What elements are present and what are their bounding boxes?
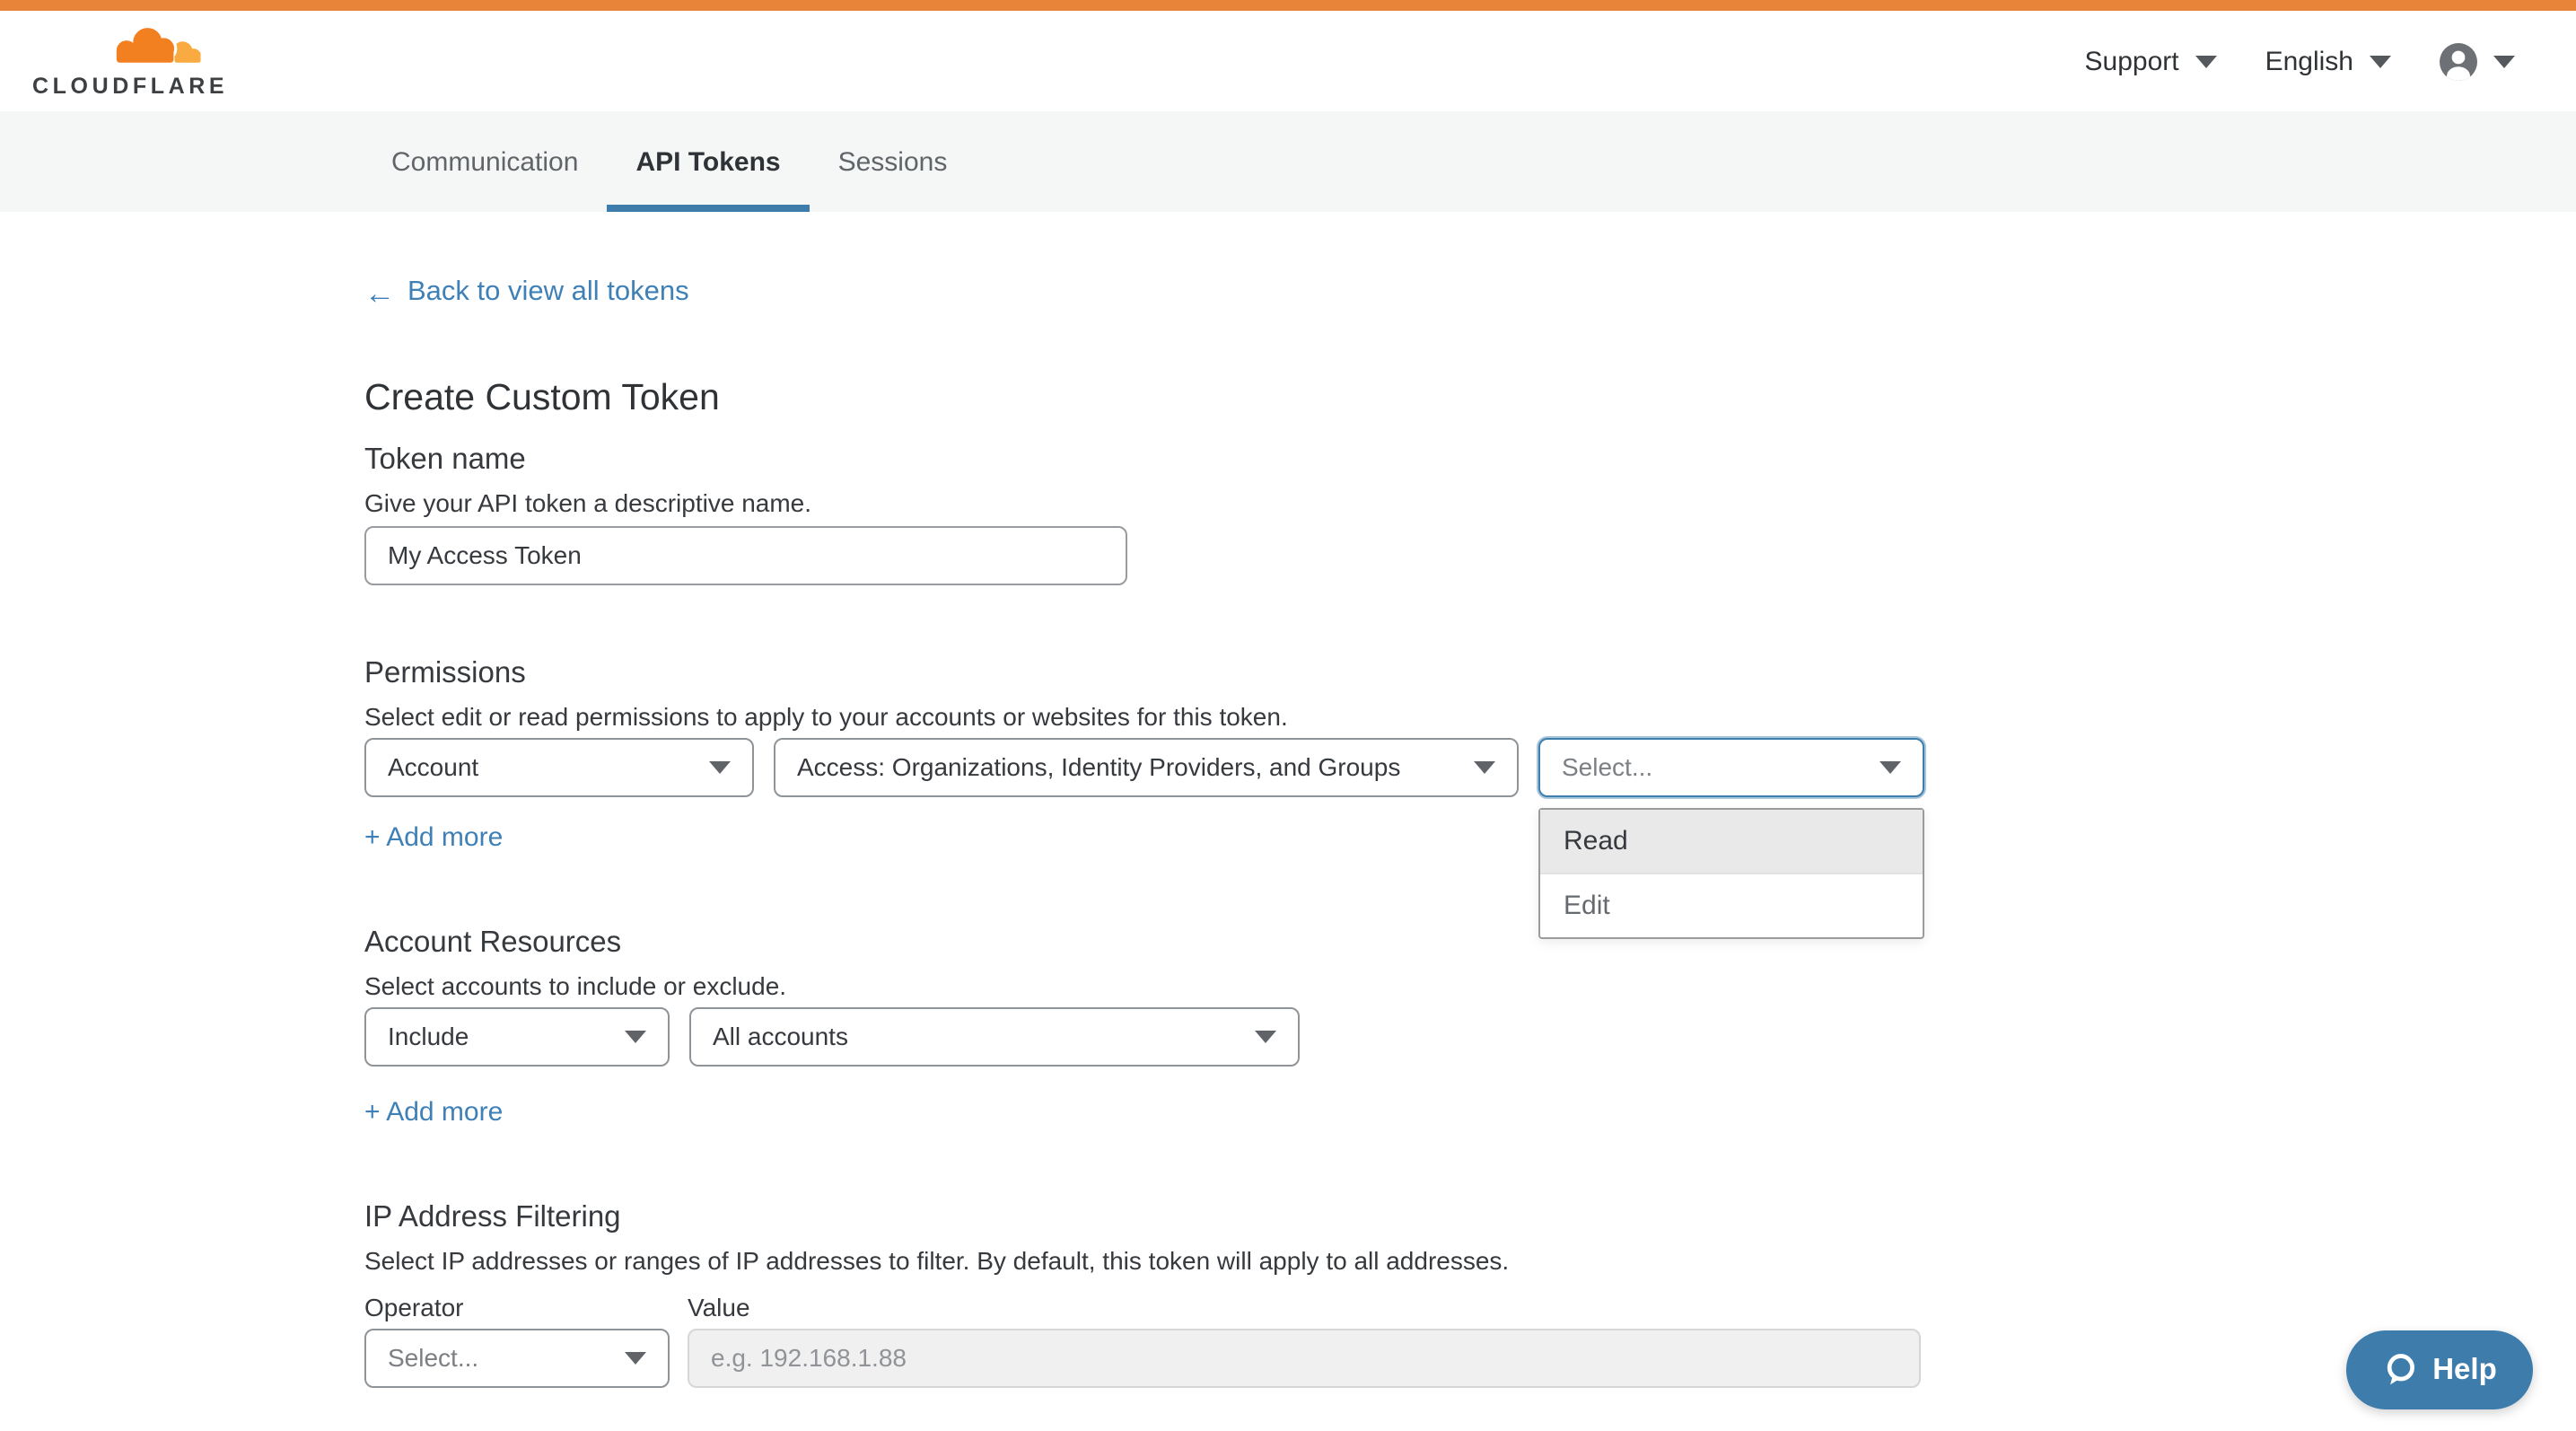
token-name-input[interactable] [364, 525, 1127, 584]
chevron-down-icon [1474, 760, 1495, 773]
chevron-down-icon [1255, 1030, 1276, 1042]
account-resources-select-row: Include All accounts [364, 1006, 2576, 1066]
back-link-label: Back to view all tokens [407, 277, 689, 309]
account-resources-description: Select accounts to include or exclude. [364, 970, 2576, 999]
ip-filtering-row: Select... [364, 1328, 2576, 1387]
language-menu[interactable]: English [2265, 46, 2391, 76]
chevron-down-icon [2370, 55, 2391, 67]
access-level-placeholder: Select... [1562, 752, 1652, 781]
settings-tab-bar: Communication API Tokens Sessions [0, 111, 2576, 212]
app-header: CLOUDFLARE Support English [0, 11, 2576, 111]
help-button[interactable]: Help [2346, 1330, 2533, 1409]
help-button-label: Help [2432, 1353, 2497, 1387]
cloudflare-wordmark: CLOUDFLARE [32, 74, 208, 99]
accounts-select[interactable]: All accounts [689, 1006, 1300, 1066]
create-token-form: ← Back to view all tokens Create Custom … [0, 212, 2576, 1387]
permission-scope-select[interactable]: Account [364, 737, 754, 796]
support-label: Support [2085, 46, 2179, 76]
ip-filtering-description: Select IP addresses or ranges of IP addr… [364, 1245, 2576, 1274]
tab-communication[interactable]: Communication [363, 111, 607, 212]
chevron-down-icon [2195, 55, 2217, 67]
chevron-down-icon [1879, 760, 1901, 773]
brand-accent-bar [0, 0, 2576, 11]
back-arrow-icon: ← [364, 277, 395, 308]
back-to-tokens-link[interactable]: ← Back to view all tokens [364, 277, 689, 309]
account-resources-heading: Account Resources [364, 926, 2576, 960]
chat-bubble-icon [2382, 1352, 2418, 1388]
support-menu[interactable]: Support [2085, 46, 2217, 76]
permissions-heading: Permissions [364, 656, 2576, 690]
chevron-down-icon [709, 760, 731, 773]
ip-operator-placeholder: Select... [388, 1343, 478, 1372]
access-level-menu: Read Edit [1538, 807, 1924, 938]
page-viewport: CLOUDFLARE Support English [0, 0, 2576, 1431]
menu-option-read[interactable]: Read [1540, 809, 1923, 872]
include-exclude-select[interactable]: Include [364, 1006, 670, 1066]
account-menu[interactable] [2440, 42, 2515, 80]
chevron-down-icon [625, 1030, 646, 1042]
accounts-value: All accounts [713, 1022, 848, 1050]
cloudflare-cloud-icon [101, 23, 205, 72]
chevron-down-icon [625, 1351, 646, 1364]
value-label: Value [688, 1292, 750, 1321]
tab-api-tokens[interactable]: API Tokens [607, 111, 809, 212]
permission-scope-value: Account [388, 752, 478, 781]
ip-filtering-labels: Operator Value [364, 1292, 2576, 1321]
ip-operator-select[interactable]: Select... [364, 1328, 670, 1387]
chevron-down-icon [2493, 55, 2515, 67]
add-more-account-resource-link[interactable]: + Add more [364, 1096, 503, 1127]
ip-filtering-heading: IP Address Filtering [364, 1200, 2576, 1234]
page-title: Create Custom Token [364, 376, 2576, 419]
language-label: English [2265, 46, 2353, 76]
token-name-description: Give your API token a descriptive name. [364, 487, 2576, 516]
permission-group-select[interactable]: Access: Organizations, Identity Provider… [774, 737, 1519, 796]
tab-sessions[interactable]: Sessions [810, 111, 977, 212]
token-name-heading: Token name [364, 443, 2576, 477]
access-level-dropdown: Select... Read Edit [1538, 737, 1924, 796]
ip-value-input[interactable] [688, 1328, 1921, 1387]
permissions-select-row: Account Access: Organizations, Identity … [364, 737, 2576, 796]
include-exclude-value: Include [388, 1022, 469, 1050]
add-more-permission-link[interactable]: + Add more [364, 821, 503, 852]
cloudflare-logo[interactable]: CLOUDFLARE [32, 23, 208, 99]
permissions-description: Select edit or read permissions to apply… [364, 701, 2576, 730]
permission-group-value: Access: Organizations, Identity Provider… [797, 752, 1400, 781]
user-avatar-icon [2440, 42, 2477, 80]
menu-option-edit[interactable]: Edit [1540, 872, 1923, 936]
header-menu-group: Support English [2085, 11, 2516, 111]
operator-label: Operator [364, 1292, 688, 1321]
access-level-select[interactable]: Select... [1538, 737, 1924, 796]
